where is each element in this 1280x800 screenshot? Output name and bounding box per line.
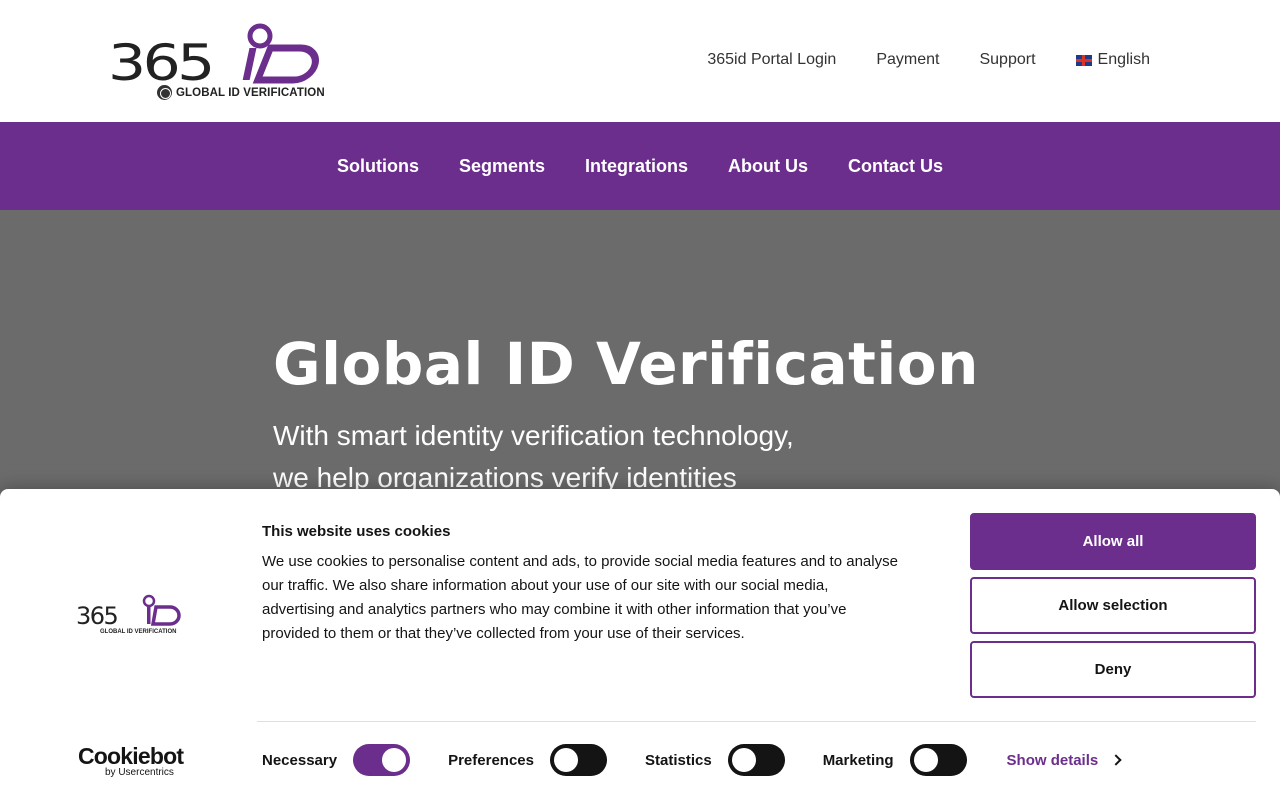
show-details-label: Show details — [1006, 751, 1099, 769]
toggle-group-necessary: Necessary — [262, 744, 411, 776]
svg-text:365: 365 — [108, 35, 212, 86]
svg-text:GLOBAL ID VERIFICATION: GLOBAL ID VERIFICATION — [100, 629, 176, 634]
cookie-banner-body: We use cookies to personalise content an… — [262, 553, 898, 642]
nav-about-us[interactable]: About Us — [728, 156, 808, 177]
top-header: 365 GLOBAL ID VERIFICATION 365id Portal … — [0, 0, 1280, 122]
consent-toggles: Necessary Preferences Statistics Marketi… — [262, 744, 1122, 776]
cookie-banner-logo: 365 GLOBAL ID VERIFICATION — [76, 594, 184, 635]
nav-segments[interactable]: Segments — [459, 156, 545, 177]
main-nav: Solutions Segments Integrations About Us… — [0, 122, 1280, 210]
marketing-toggle[interactable] — [909, 744, 967, 776]
cookie-banner-divider — [257, 721, 1256, 722]
cookiebot-wordmark: Cookiebot — [78, 743, 184, 769]
allow-selection-button[interactable]: Allow selection — [970, 577, 1256, 634]
allow-all-button[interactable]: Allow all — [970, 513, 1256, 570]
cookie-consent-banner: 365 GLOBAL ID VERIFICATION This website … — [0, 489, 1280, 800]
toggle-group-statistics: Statistics — [645, 744, 785, 776]
nav-integrations[interactable]: Integrations — [585, 156, 688, 177]
language-label: English — [1097, 51, 1150, 68]
cookiebot-brand[interactable]: Cookiebot by Usercentrics — [78, 743, 184, 778]
necessary-toggle[interactable] — [353, 744, 411, 776]
payment-link[interactable]: Payment — [876, 51, 939, 69]
portal-login-link[interactable]: 365id Portal Login — [707, 51, 836, 69]
hero-title: Global ID Verification — [273, 330, 979, 398]
utility-nav: 365id Portal Login Payment Support Engli… — [707, 51, 1150, 69]
logo-365id-small: 365 GLOBAL ID VERIFICATION — [76, 594, 181, 635]
preferences-label: Preferences — [448, 751, 534, 769]
nav-contact-us[interactable]: Contact Us — [848, 156, 943, 177]
uk-flag-icon — [1075, 54, 1092, 66]
necessary-label: Necessary — [262, 751, 338, 769]
cookie-banner-title: This website uses cookies — [262, 523, 451, 540]
statistics-toggle[interactable] — [727, 744, 785, 776]
logo-365id-mark: 365 — [108, 23, 319, 86]
chevron-right-icon — [1110, 754, 1122, 766]
logo-tagline: GLOBAL ID VERIFICATION — [157, 85, 325, 100]
toggle-group-marketing: Marketing — [823, 744, 967, 776]
nav-solutions[interactable]: Solutions — [337, 156, 419, 177]
svg-text:365: 365 — [76, 602, 118, 630]
hero-subtitle-line-1: With smart identity verification technol… — [273, 420, 794, 451]
language-selector[interactable]: English — [1075, 51, 1150, 69]
statistics-label: Statistics — [644, 751, 712, 769]
support-link[interactable]: Support — [979, 51, 1035, 69]
globe-icon — [157, 85, 172, 100]
deny-button[interactable]: Deny — [970, 641, 1256, 698]
cookiebot-byline: by Usercentrics — [105, 767, 174, 778]
show-details-link[interactable]: Show details — [1006, 751, 1122, 769]
marketing-label: Marketing — [822, 751, 894, 769]
hero-subtitle: With smart identity verification technol… — [273, 415, 913, 499]
toggle-group-preferences: Preferences — [448, 744, 607, 776]
preferences-toggle[interactable] — [549, 744, 607, 776]
